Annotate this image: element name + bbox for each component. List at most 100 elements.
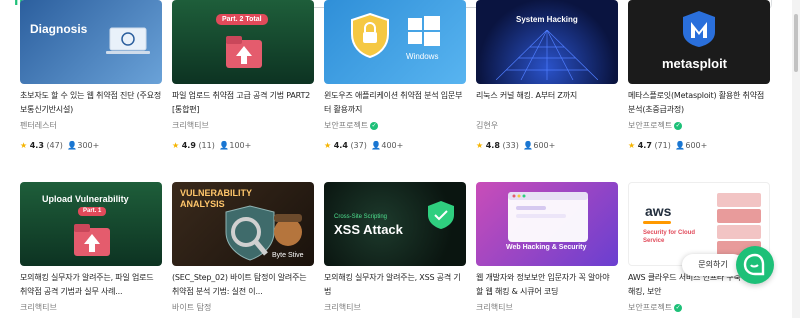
- thumbnail-subtext: Byte Stive: [272, 252, 304, 259]
- star-icon: ★: [20, 141, 28, 150]
- course-instructor: 보안프로젝트 ✓: [628, 302, 770, 314]
- aws-smile-icon: [643, 221, 671, 224]
- course-card[interactable]: System Hacking 리눅스 커널 해킹. A부터 Z까지 김현우 ★ …: [476, 0, 618, 151]
- course-title[interactable]: 웹 개발자와 정보보안 입문자가 꼭 알아야 할 웹 해킹 & 시큐어 코딩: [476, 271, 618, 299]
- course-students: 300+: [77, 141, 100, 150]
- course-card[interactable]: Part. 2 Total 파일 업로드 취약점 고급 공격 기법 PART2 …: [172, 0, 314, 151]
- course-card[interactable]: Cross-Site Scripting XSS Attack 모의해킹 실무자…: [324, 182, 466, 314]
- thumbnail-badge: Part. 2 Total: [216, 14, 268, 25]
- user-icon: 👤: [523, 141, 534, 150]
- course-thumbnail[interactable]: System Hacking: [476, 0, 618, 84]
- thumbnail-text: XSS Attack: [334, 222, 403, 237]
- course-stats: ★ 4.3 (47) 👤300+: [20, 141, 162, 151]
- course-title[interactable]: 파일 업로드 취약점 고급 공격 기법 PART2 [통합편]: [172, 89, 314, 117]
- user-icon: 👤: [67, 141, 78, 150]
- course-card[interactable]: Diagnosis 초보자도 할 수 있는 웹 취약점 진단 (주요정보통신기반…: [20, 0, 162, 151]
- course-thumbnail[interactable]: Diagnosis: [20, 0, 162, 84]
- course-rating: 4.9: [181, 141, 196, 150]
- course-rating: 4.8: [485, 141, 500, 150]
- aws-logo-text: aws: [645, 203, 672, 219]
- course-reviews: (37): [350, 141, 367, 150]
- course-title[interactable]: 윈도우즈 애플리케이션 취약점 분석 입문부터 활용까지: [324, 89, 466, 117]
- course-card[interactable]: VULNERABILITY ANALYSIS Byte Stive (SEC_S…: [172, 182, 314, 314]
- course-title[interactable]: (SEC_Step_02) 바이트 탐정이 알려주는 취약점 분석 기법: 실전…: [172, 271, 314, 299]
- course-thumbnail[interactable]: Windows: [324, 0, 466, 84]
- thumbnail-text: metasploit: [662, 56, 728, 71]
- course-title[interactable]: 모의해킹 실무자가 알려주는, XSS 공격 기법: [324, 271, 466, 299]
- instructor-name: 보안프로젝트: [628, 303, 673, 312]
- course-card[interactable]: Upload Vulnerability Part. 1 모의해킹 실무자가 알…: [20, 182, 162, 314]
- course-thumbnail[interactable]: metasploit: [628, 0, 770, 84]
- course-stats: ★ 4.8 (33) 👤600+: [476, 141, 618, 151]
- course-students: 600+: [533, 141, 556, 150]
- course-rating: 4.7: [637, 141, 652, 150]
- course-students: 400+: [381, 141, 404, 150]
- contact-tooltip[interactable]: 문의하기: [682, 254, 744, 276]
- course-reviews: (47): [46, 141, 63, 150]
- course-title[interactable]: 메타스플로잇(Metasploit) 활용한 취약점 분석(초중급과정): [628, 89, 770, 117]
- course-instructor: 크리핵티브: [476, 303, 513, 312]
- course-students: 100+: [229, 141, 252, 150]
- chat-help-button[interactable]: [736, 246, 774, 284]
- user-icon: 👤: [219, 141, 230, 150]
- thumbnail-text: Web Hacking & Security: [506, 244, 587, 251]
- metasploit-shield-icon: [683, 11, 715, 47]
- perspective-grid-icon: [496, 30, 598, 80]
- course-title[interactable]: 초보자도 할 수 있는 웹 취약점 진단 (주요정보통신기반시설): [20, 89, 162, 117]
- course-stats: ★ 4.4 (37) 👤400+: [324, 141, 466, 151]
- instructor-name: 보안프로젝트: [324, 121, 369, 130]
- course-thumbnail[interactable]: Upload Vulnerability Part. 1: [20, 182, 162, 266]
- star-icon: ★: [628, 141, 636, 150]
- instructor-name: 보안프로젝트: [628, 121, 673, 130]
- course-reviews: (71): [654, 141, 671, 150]
- course-title[interactable]: 모의해킹 실무자가 알려주는, 파일 업로드 취약점 공격 기법과 실무 사례.…: [20, 271, 162, 299]
- verified-badge-icon: ✓: [674, 303, 683, 312]
- star-icon: ★: [476, 141, 484, 150]
- shield-lock-icon: [351, 12, 389, 58]
- course-students: 600+: [685, 141, 708, 150]
- folder-upload-icon: [74, 224, 110, 256]
- course-rating: 4.4: [333, 141, 348, 150]
- course-reviews: (11): [198, 141, 215, 150]
- thumbnail-text: Upload Vulnerability: [42, 194, 129, 204]
- thumbnail-text: Diagnosis: [30, 22, 88, 36]
- course-card[interactable]: Web Hacking & Security 웹 개발자와 정보보안 입문자가 …: [476, 182, 618, 314]
- course-card[interactable]: metasploit 메타스플로잇(Metasploit) 활용한 취약점 분석…: [628, 0, 770, 151]
- thumbnail-badge: Part. 1: [78, 207, 107, 216]
- user-icon: 👤: [675, 141, 686, 150]
- course-rating: 4.3: [29, 141, 44, 150]
- course-thumbnail[interactable]: Web Hacking & Security: [476, 182, 618, 266]
- star-icon: ★: [172, 141, 180, 150]
- thumbnail-text: System Hacking: [516, 15, 578, 24]
- shield-icon: [428, 201, 454, 229]
- course-instructor: 크리핵티브: [20, 303, 57, 312]
- chat-icon: [743, 253, 765, 276]
- course-stats: ★ 4.7 (71) 👤600+: [628, 141, 770, 151]
- thumbnail-text: Windows: [406, 52, 439, 61]
- course-card[interactable]: Windows 윈도우즈 애플리케이션 취약점 분석 입문부터 활용까지 보안프…: [324, 0, 466, 151]
- browser-window-icon: [508, 192, 588, 242]
- course-thumbnail[interactable]: Part. 2 Total: [172, 0, 314, 84]
- thumbnail-subtext: Security for Cloud Service: [643, 230, 696, 244]
- laptop-icon: [106, 27, 150, 54]
- folder-upload-icon: [226, 36, 262, 68]
- windows-logo-icon: [408, 16, 440, 46]
- course-title[interactable]: 리눅스 커널 해킹. A부터 Z까지: [476, 89, 618, 117]
- course-thumbnail[interactable]: VULNERABILITY ANALYSIS Byte Stive: [172, 182, 314, 266]
- thumbnail-subtext: Cross-Site Scripting: [334, 214, 388, 220]
- course-stats: ★ 4.9 (11) 👤100+: [172, 141, 314, 151]
- star-icon: ★: [324, 141, 332, 150]
- course-instructor: 펜터레스터: [20, 121, 57, 130]
- course-instructor: 크리핵티브: [172, 121, 209, 130]
- verified-badge-icon: ✓: [370, 121, 379, 130]
- course-instructor: 보안프로젝트 ✓: [324, 120, 466, 132]
- course-thumbnail[interactable]: Cross-Site Scripting XSS Attack: [324, 182, 466, 266]
- course-instructor: 바이트 탐정: [172, 303, 212, 312]
- course-reviews: (33): [502, 141, 519, 150]
- course-instructor: 보안프로젝트 ✓: [628, 120, 770, 132]
- verified-badge-icon: ✓: [674, 121, 683, 130]
- course-instructor: 크리핵티브: [324, 303, 361, 312]
- course-instructor: 김현우: [476, 121, 499, 130]
- scrollbar-thumb[interactable]: [794, 14, 798, 72]
- user-icon: 👤: [371, 141, 382, 150]
